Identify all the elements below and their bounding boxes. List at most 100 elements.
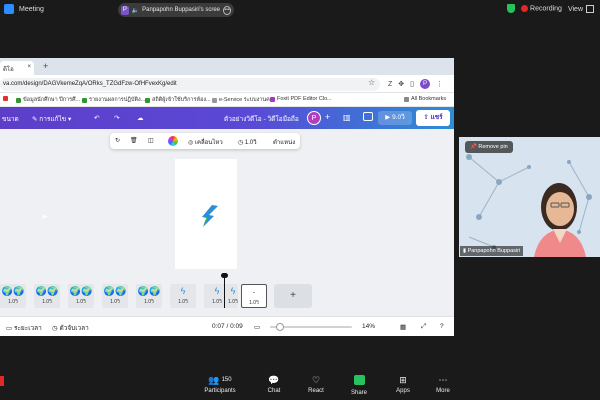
timeline-page[interactable]: ϟ 1.0วิ	[204, 284, 230, 308]
canvas-page[interactable]	[175, 159, 237, 269]
apps-label: Apps	[396, 388, 410, 394]
profile-avatar[interactable]: P	[420, 79, 431, 89]
page-duration: 1.0วิ	[8, 299, 18, 305]
browser-tab[interactable]: ดีโอ ×	[0, 61, 34, 75]
share-label: แชร์	[430, 114, 443, 121]
timeline-page[interactable]: 🌍🌍 1.0วิ	[68, 284, 94, 308]
edit-menu[interactable]: ✎ การแก้ไข ▾	[32, 114, 71, 124]
globe-icon: 🌍🌍	[103, 286, 127, 296]
redo-icon[interactable]: ↷	[114, 114, 119, 122]
element-floating-toolbar: ↻ 🗑 ◫ ◎ เคลื่อนไหว ◷ 1.0วิ ตำแหน่ง	[110, 133, 300, 149]
zoom-logo-icon	[4, 4, 14, 14]
pages-view-icon[interactable]: ▭	[254, 323, 260, 331]
resize-menu[interactable]: ขนาด	[2, 114, 19, 124]
more-options-icon[interactable]: •••	[223, 5, 231, 15]
notes-button[interactable]: ▭ ระยะเวลา	[6, 323, 42, 333]
more-button[interactable]: ⋯ More	[415, 375, 471, 394]
share-screen-label: Share	[350, 390, 367, 396]
participants-button[interactable]: 👥 150 Participants	[192, 375, 248, 394]
delete-icon[interactable]: 🗑	[130, 137, 138, 144]
timeline-page[interactable]: ϟ 1.0วิ	[228, 284, 238, 308]
browser-tab-bar: ดีโอ × +	[0, 58, 454, 75]
sidebar-icon[interactable]: ▯	[410, 80, 414, 88]
timeline-page-selected[interactable]: · 1.0วิ	[241, 284, 267, 308]
timeline-page[interactable]: 🌍🌍 1.0วิ	[0, 284, 26, 308]
view-button[interactable]: View	[567, 4, 594, 13]
globe-icon: 🌍🌍	[35, 286, 59, 296]
bookmark-item[interactable]	[3, 96, 8, 101]
recording-label: Recording	[530, 5, 562, 13]
color-picker-icon[interactable]	[168, 136, 178, 146]
new-tab-button[interactable]: +	[43, 61, 48, 71]
animate-button[interactable]: ◎ เคลื่อนไหว	[188, 137, 223, 147]
bookmark-item[interactable]: All Bookmarks	[404, 96, 446, 102]
timer-button[interactable]: ◷ ตัวจับเวลา	[52, 323, 89, 333]
bookmark-item[interactable]: Foxit PDF Editor Clo...	[270, 96, 332, 102]
participant-name-tag: ▮ Panpapohn Buppasiri	[460, 246, 524, 256]
participant-video[interactable]: 📌 Remove pin ▮ Panpapohn Buppasiri	[459, 137, 600, 257]
video-background	[459, 137, 600, 257]
duration-label: 1.0วิ	[244, 140, 257, 146]
bookmark-item[interactable]: ข้อมูลนักศึกษา ปีการศึ...	[16, 96, 80, 104]
cloud-save-icon[interactable]: ☁	[137, 114, 144, 122]
bookmark-icon	[82, 97, 87, 103]
insights-chart-icon[interactable]: ▥	[343, 113, 351, 122]
fullscreen-icon[interactable]: ⤢	[421, 323, 426, 331]
view-grid-icon	[586, 4, 594, 13]
timeline-page[interactable]: 🌍🌍 1.0วิ	[136, 284, 162, 308]
help-icon[interactable]: ?	[440, 323, 444, 330]
add-collaborator-button[interactable]: +	[325, 112, 330, 122]
collaborator-avatar[interactable]: P	[307, 111, 321, 125]
timeline-page[interactable]: 🌍🌍 1.0วิ	[102, 284, 128, 308]
globe-icon: 🌍🌍	[69, 286, 93, 296]
playhead[interactable]	[224, 276, 225, 308]
view-label: View	[567, 5, 583, 13]
page-duration: 1.0วิ	[249, 300, 259, 306]
page-duration: 1.0วิ	[76, 299, 86, 305]
screen-share-banner[interactable]: P 🔈 Panpapohn Buppasiri's scree •••	[118, 3, 234, 17]
browser-menu-icon[interactable]: ⋮	[436, 80, 443, 88]
add-page-button[interactable]: +	[274, 284, 312, 308]
undo-icon[interactable]: ↶	[94, 114, 99, 122]
timer-label: ตัวจับเวลา	[59, 325, 89, 332]
extension-z-icon[interactable]: Z	[388, 81, 392, 88]
url-field[interactable]: va.com/design/DAGVkemeZqA/ORks_TZGdFzw-O…	[0, 78, 380, 91]
recording-indicator[interactable]: Recording	[521, 4, 562, 13]
bookmark-item[interactable]: สถิติผู้เข้าใช้บริการห้อง...	[145, 96, 211, 104]
share-button[interactable]: ⇪ แชร์	[416, 110, 450, 126]
security-shield-icon[interactable]	[507, 4, 516, 13]
participants-label: Participants	[204, 388, 236, 394]
mute-indicator-icon[interactable]	[0, 376, 4, 386]
bookmark-icon	[16, 97, 21, 103]
animate-icon: ◎	[188, 140, 195, 146]
position-button[interactable]: ตำแหน่ง	[273, 137, 295, 147]
bookmark-item[interactable]: รายงานผลการปฏิบัติง...	[82, 96, 145, 104]
address-bar: va.com/design/DAGVkemeZqA/ORks_TZGdFzw-O…	[0, 75, 454, 93]
more-dots-icon: ⋯	[438, 375, 448, 385]
flip-icon[interactable]: ◫	[148, 137, 154, 144]
timeline-page[interactable]: ϟ 1.0วิ	[170, 284, 196, 308]
extensions-puzzle-icon[interactable]: ✥	[398, 80, 404, 88]
grid-view-icon[interactable]: ▦	[400, 323, 406, 331]
zoom-level[interactable]: 14%	[362, 323, 375, 330]
comment-icon[interactable]	[363, 112, 373, 121]
remove-pin-button[interactable]: 📌 Remove pin	[465, 141, 513, 153]
replace-icon[interactable]: ↻	[115, 137, 120, 144]
share-arrow-box	[353, 375, 365, 385]
document-title[interactable]: ตัวอย่างวิดีโอ - วิดีโอมือถือ	[224, 114, 299, 124]
lightning-graphic-icon[interactable]	[175, 159, 237, 269]
tab-title: ดีโอ	[3, 67, 14, 73]
bookmark-icon	[145, 97, 150, 103]
lightning-icon: ϟ	[180, 286, 186, 296]
participant-name: Panpapohn Buppasiri	[467, 248, 521, 254]
timeline-page[interactable]: 🌍🌍 1.0วิ	[34, 284, 60, 308]
bookmark-item[interactable]: e-Service ระบบงานค...	[212, 96, 274, 104]
page-duration: 1.0วิ	[228, 299, 238, 305]
more-label: More	[436, 388, 450, 394]
duration-button[interactable]: ◷ 1.0วิ	[238, 137, 257, 147]
zoom-slider-handle[interactable]	[276, 323, 284, 331]
bookmark-star-icon[interactable]: ☆	[368, 78, 375, 87]
shared-browser-window: ดีโอ × + va.com/design/DAGVkemeZqA/ORks_…	[0, 58, 454, 336]
present-button[interactable]: ▶ 9.0วิ	[378, 111, 412, 125]
tab-close-icon[interactable]: ×	[27, 64, 31, 72]
